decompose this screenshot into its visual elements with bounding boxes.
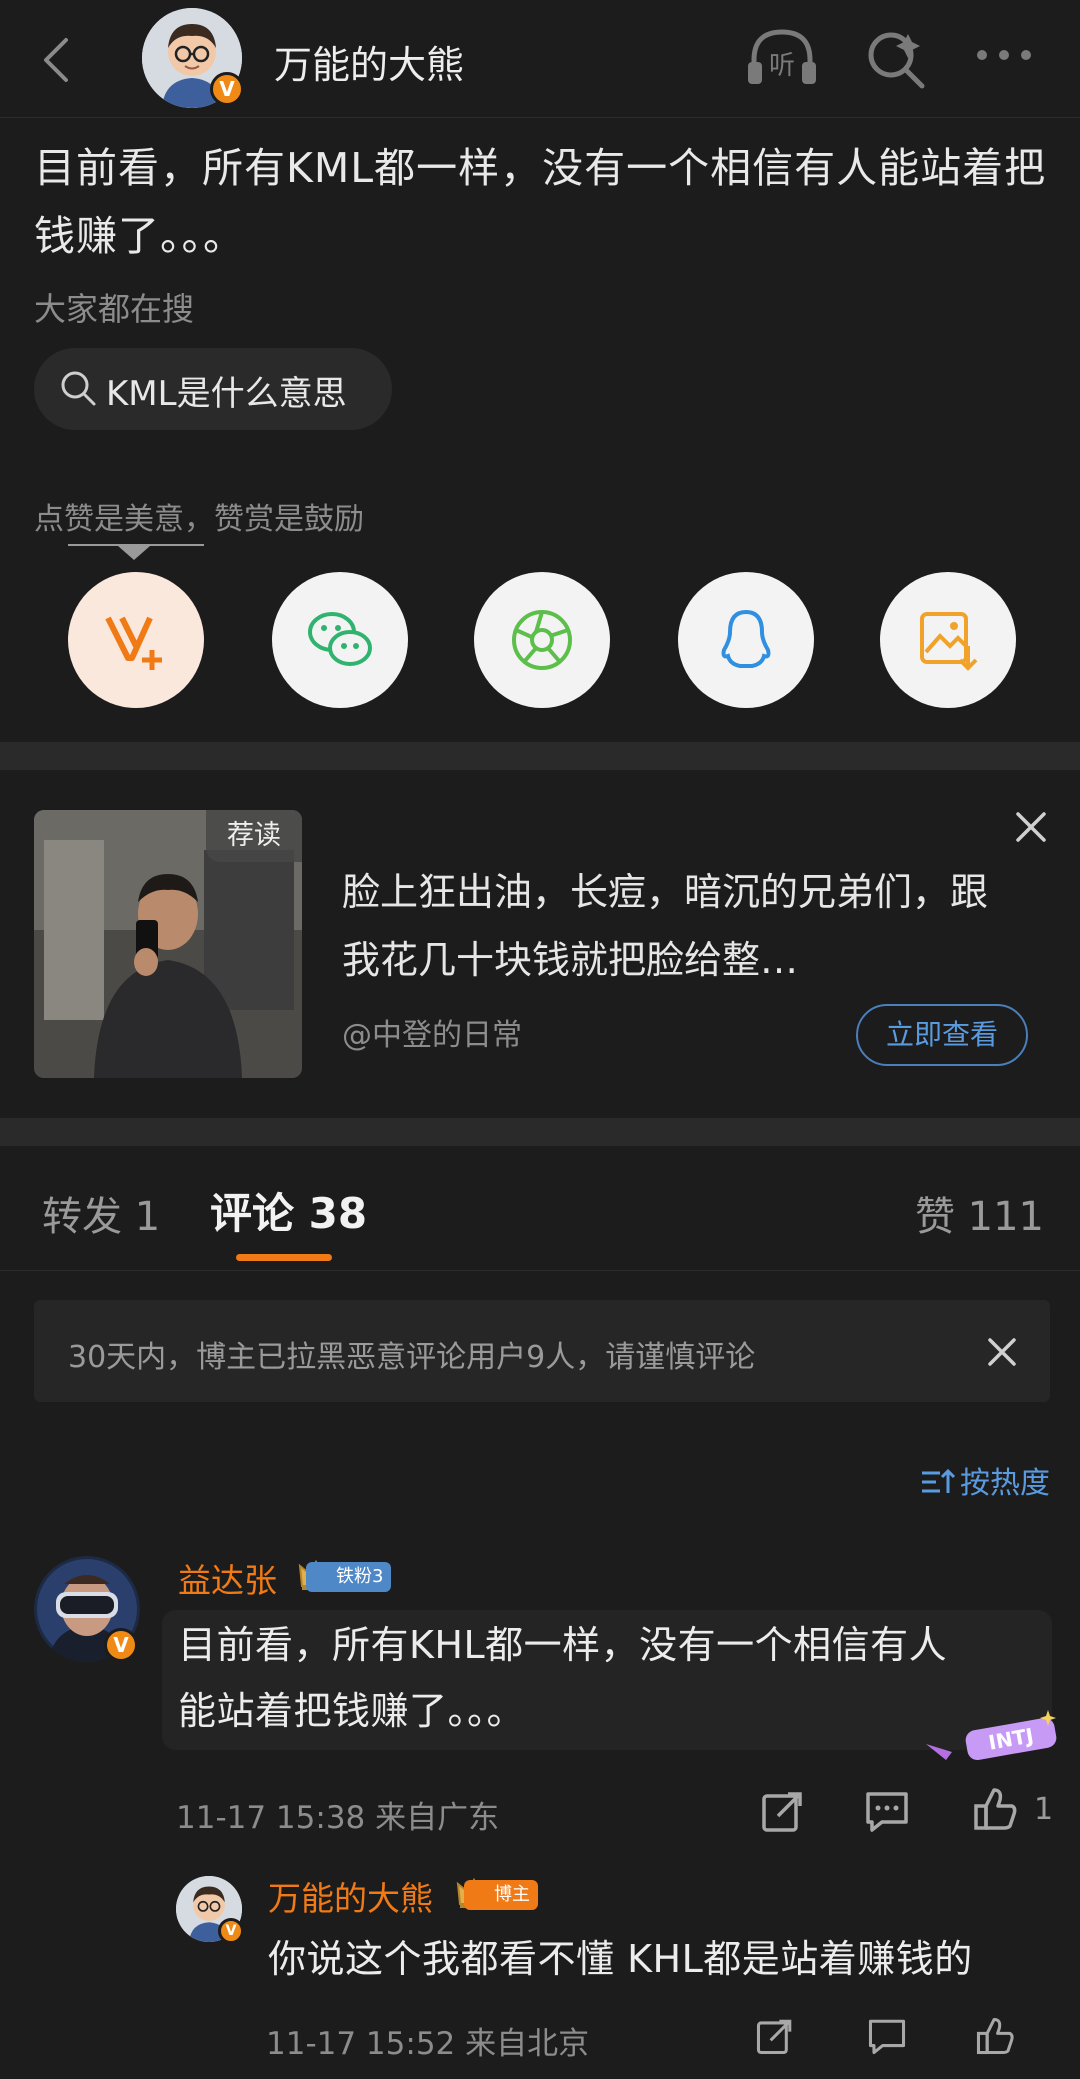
commenter-name[interactable]: 益达张 [178, 1554, 277, 1602]
hot-search-label: 大家都在搜 [34, 290, 195, 328]
verified-badge-icon: V [218, 1918, 244, 1944]
tab-bar-border [0, 1270, 1080, 1271]
like-thumb-icon[interactable] [972, 2016, 1018, 2056]
comment-text-line2: 能站着把钱赚了。。。 [178, 1689, 526, 1733]
share-moments-button[interactable] [474, 572, 610, 708]
like-count: 1 [1034, 1792, 1054, 1827]
notice-text: 30天内，博主已拉黑恶意评论用户9人，请谨慎评论 [68, 1340, 756, 1375]
active-tab-indicator [236, 1254, 332, 1261]
close-icon[interactable] [984, 1334, 1020, 1370]
more-options-icon[interactable] [972, 40, 1036, 70]
back-arrow-icon[interactable] [36, 34, 76, 86]
author-name[interactable]: 万能的大熊 [274, 34, 464, 89]
block-notice: 30天内，博主已拉黑恶意评论用户9人，请谨慎评论 [34, 1300, 1050, 1402]
view-now-button[interactable]: 立即查看 [856, 1004, 1028, 1066]
app-screen: V 万能的大熊 听 目前看，所有KML都一样，没有一个相信有人能站着把钱赚了。。… [0, 0, 1080, 2079]
recommended-title[interactable]: 脸上狂出油，长痘，暗沉的兄弟们，跟我花几十块钱就把脸给整… [342, 858, 1002, 994]
close-icon[interactable] [1010, 806, 1052, 848]
repost-icon[interactable] [760, 1788, 806, 1834]
recommended-author[interactable]: @中登的日常 [342, 1010, 522, 1054]
reply-time: 11-17 15:52 来自北京 [266, 2026, 590, 2062]
recommended-thumbnail[interactable]: 荐读 [34, 810, 302, 1078]
section-divider [0, 742, 1080, 770]
sort-by-hot-button[interactable]: 按热度 [920, 1458, 1050, 1502]
hot-search-query: KML是什么意思 [106, 374, 347, 414]
reward-pointer [118, 546, 150, 560]
comment-icon[interactable] [864, 2016, 910, 2056]
section-divider [0, 1118, 1080, 1146]
top-bar: V 万能的大熊 听 [0, 0, 1080, 118]
reply-text: 你说这个我都看不懂 KHL都是站着赚钱的 [268, 1937, 973, 1981]
intj-sticker-icon: INTJ [926, 1710, 1057, 1761]
comment-icon[interactable] [864, 1788, 910, 1834]
listen-label: 听 [769, 51, 795, 81]
search-icon [61, 371, 96, 406]
tab-like[interactable]: 赞 111 [915, 1184, 1044, 1242]
sort-icon [922, 1468, 956, 1493]
recommended-tag: 荐读 [206, 810, 302, 862]
save-image-icon [920, 612, 978, 671]
sort-label: 按热度 [960, 1466, 1050, 1501]
wechat-icon [308, 612, 372, 666]
author-badge: 博主 [464, 1880, 538, 1910]
comment-text-line1: 目前看，所有KHL都一样，没有一个相信有人 [178, 1623, 948, 1667]
tab-repost[interactable]: 转发 1 [42, 1184, 160, 1242]
replier-name[interactable]: 万能的大熊 [268, 1872, 433, 1920]
repost-icon[interactable] [752, 2016, 798, 2056]
qq-icon [721, 609, 771, 668]
share-qq-button[interactable] [678, 572, 814, 708]
like-thumb-icon[interactable] [972, 1786, 1018, 1832]
reply-location: 来自北京 [465, 2026, 590, 2062]
fan-level-badge: 铁粉3 [306, 1562, 392, 1592]
moments-icon [512, 610, 572, 670]
weibo-vplus-icon [105, 616, 162, 670]
tab-comment[interactable]: 评论 38 [210, 1180, 367, 1241]
share-wechat-button[interactable] [272, 572, 408, 708]
save-image-button[interactable] [880, 572, 1016, 708]
comment-location: 来自广东 [375, 1800, 500, 1836]
post-text: 目前看，所有KML都一样，没有一个相信有人能站着把钱赚了。。。 [34, 144, 1047, 260]
verified-badge-icon: V [210, 72, 244, 106]
reward-hint: 点赞是美意，赞赏是鼓励 [34, 502, 364, 537]
comment-time: 11-17 15:38 来自广东 [176, 1800, 500, 1836]
search-icon[interactable] [864, 28, 928, 90]
hot-search-chip[interactable]: KML是什么意思 [34, 348, 392, 430]
verified-badge-icon: V [104, 1628, 138, 1662]
reward-vplus-button[interactable] [68, 572, 204, 708]
listen-headphones-icon[interactable]: 听 [742, 24, 822, 90]
